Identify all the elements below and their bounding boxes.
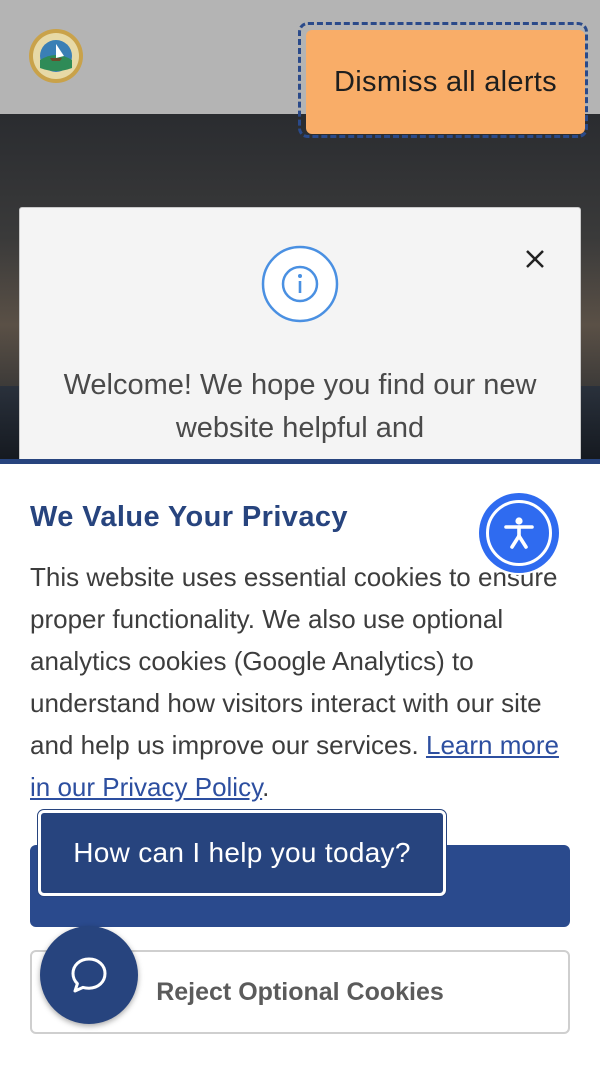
accessibility-button-fill <box>481 495 557 571</box>
close-icon[interactable] <box>520 244 550 274</box>
chat-bubble-icon <box>71 957 107 993</box>
privacy-body-period: . <box>262 772 270 802</box>
accessibility-icon <box>504 517 534 549</box>
privacy-title: We Value Your Privacy <box>30 501 348 533</box>
info-icon <box>261 245 339 323</box>
alert-message: Welcome! We hope you find our new websit… <box>63 369 537 444</box>
accessibility-button-ring <box>486 500 552 566</box>
county-seal-icon[interactable] <box>28 28 84 84</box>
chat-tooltip[interactable]: How can I help you today? <box>38 810 446 896</box>
privacy-body: This website uses essential cookies to e… <box>30 556 575 808</box>
dismiss-all-alerts-button[interactable]: Dismiss all alerts <box>306 30 585 134</box>
reject-button-label: Reject Optional Cookies <box>156 977 444 1006</box>
chat-launcher-button[interactable] <box>40 926 138 1024</box>
accessibility-button[interactable] <box>477 491 561 575</box>
page: Dismiss all alerts Welcome! We hope you … <box>0 0 600 1065</box>
